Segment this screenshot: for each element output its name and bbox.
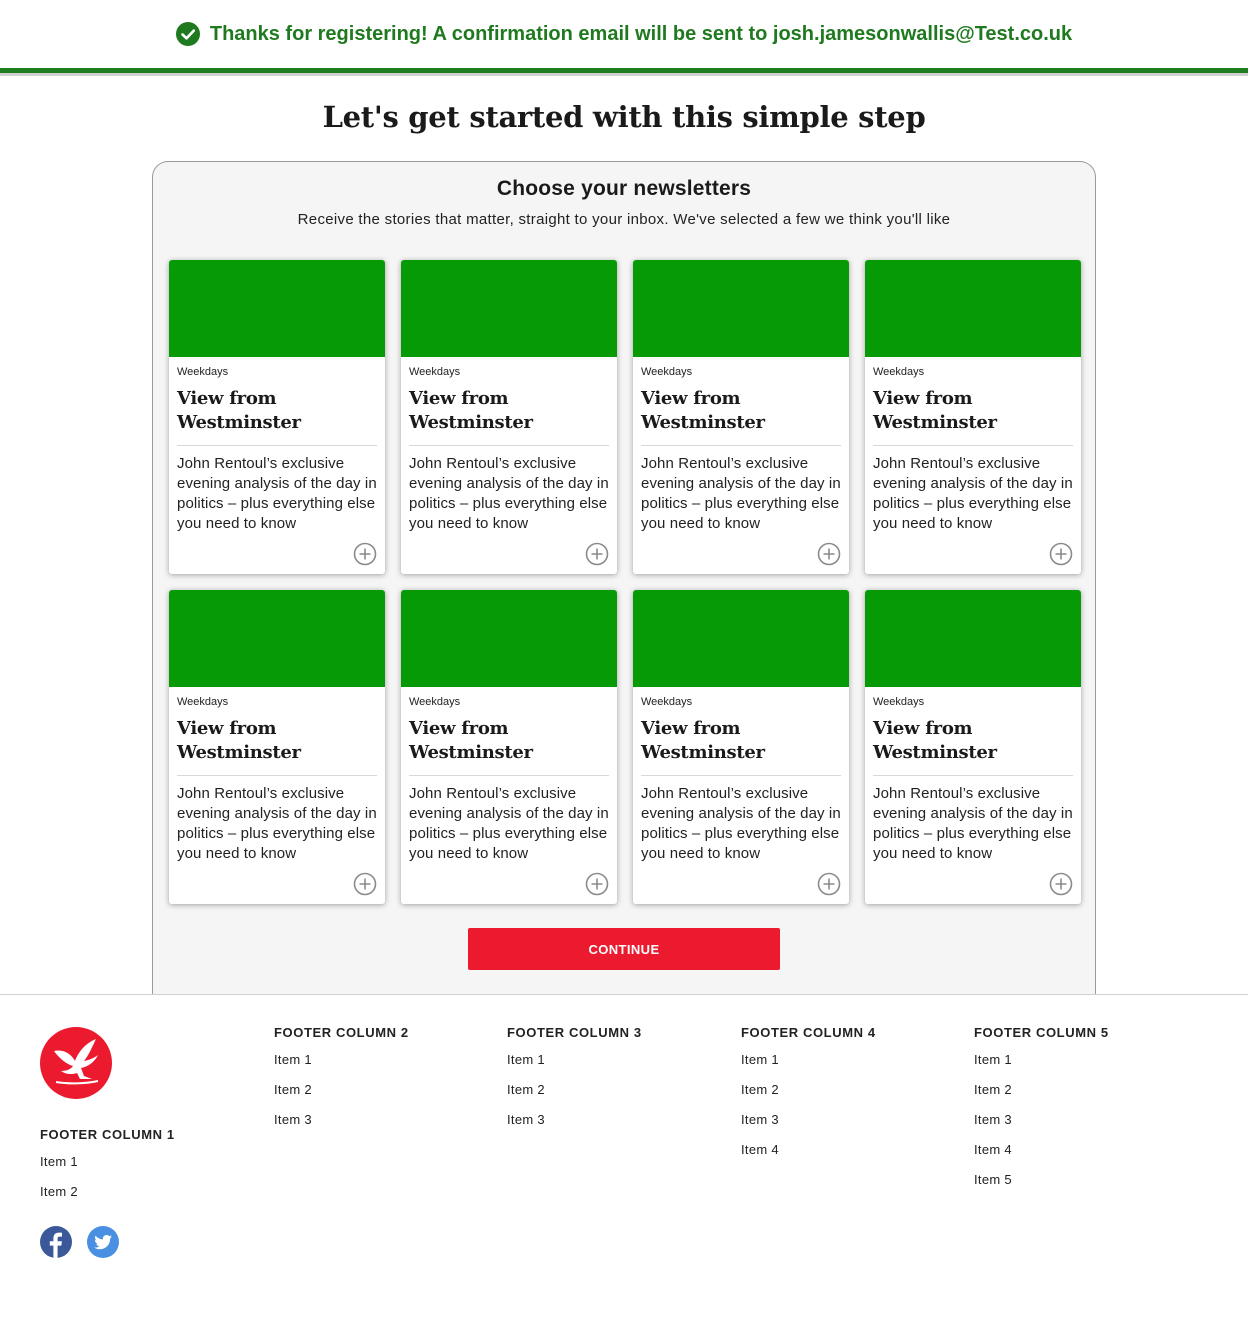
footer-link[interactable]: Item 2	[40, 1184, 175, 1214]
banner-divider	[0, 68, 1248, 76]
newsletter-title: View from Westminster	[177, 387, 377, 446]
footer-link[interactable]: Item 2	[741, 1082, 876, 1112]
newsletter-frequency: Weekdays	[409, 366, 461, 378]
newsletter-description: John Rentoul’s exclusive evening analysi…	[177, 785, 377, 862]
newsletter-heading: Choose your newsletters	[496, 177, 752, 200]
footer-column-heading: FOOTER COLUMN 3	[507, 1025, 642, 1040]
footer-column-1: FOOTER COLUMN 1 Item 1 Item 2	[40, 1127, 175, 1214]
newsletter-image	[401, 260, 617, 357]
newsletter-frequency: Weekdays	[177, 696, 229, 708]
newsletter-image	[865, 260, 1081, 357]
newsletter-title: View from Westminster	[641, 717, 841, 776]
add-newsletter-icon[interactable]	[1049, 872, 1073, 896]
add-newsletter-icon[interactable]	[585, 872, 609, 896]
newsletter-description: John Rentoul’s exclusive evening analysi…	[641, 455, 841, 532]
newsletter-subtitle: Receive the stories that matter, straigh…	[297, 211, 951, 228]
newsletter-description: John Rentoul’s exclusive evening analysi…	[873, 455, 1073, 532]
newsletter-image	[169, 590, 385, 687]
add-newsletter-icon[interactable]	[817, 872, 841, 896]
newsletter-image	[633, 260, 849, 357]
newsletter-card[interactable]: Weekdays View from Westminster John Rent…	[401, 260, 617, 574]
add-newsletter-icon[interactable]	[353, 542, 377, 566]
footer-column-heading: FOOTER COLUMN 1	[40, 1127, 175, 1142]
newsletter-title: View from Westminster	[873, 717, 1073, 776]
footer-link[interactable]: Item 3	[741, 1112, 876, 1142]
footer-column-5: FOOTER COLUMN 5 Item 1 Item 2 Item 3 Ite…	[974, 1025, 1109, 1202]
footer-link[interactable]: Item 3	[974, 1112, 1109, 1142]
newsletter-title: View from Westminster	[409, 717, 609, 776]
add-newsletter-icon[interactable]	[585, 542, 609, 566]
footer-link[interactable]: Item 2	[274, 1082, 409, 1112]
footer-column-3: FOOTER COLUMN 3 Item 1 Item 2 Item 3	[507, 1025, 642, 1142]
confirmation-banner: Thanks for registering! A confirmation e…	[0, 0, 1248, 68]
footer: FOOTER COLUMN 1 Item 1 Item 2 FOOTER COL…	[0, 994, 1248, 1325]
footer-link[interactable]: Item 2	[507, 1082, 642, 1112]
footer-link[interactable]: Item 1	[741, 1052, 876, 1082]
footer-link[interactable]: Item 5	[974, 1172, 1109, 1202]
newsletter-image	[865, 590, 1081, 687]
add-newsletter-icon[interactable]	[817, 542, 841, 566]
newsletter-card[interactable]: Weekdays View from Westminster John Rent…	[169, 590, 385, 904]
newsletter-description: John Rentoul’s exclusive evening analysi…	[409, 455, 609, 532]
footer-column-2: FOOTER COLUMN 2 Item 1 Item 2 Item 3	[274, 1025, 409, 1142]
newsletter-image	[401, 590, 617, 687]
newsletter-card[interactable]: Weekdays View from Westminster John Rent…	[633, 590, 849, 904]
newsletter-frequency: Weekdays	[409, 696, 461, 708]
eagle-logo-icon[interactable]	[40, 1027, 112, 1099]
newsletter-frequency: Weekdays	[177, 366, 229, 378]
footer-column-heading: FOOTER COLUMN 4	[741, 1025, 876, 1040]
footer-link[interactable]: Item 1	[274, 1052, 409, 1082]
add-newsletter-icon[interactable]	[1049, 542, 1073, 566]
footer-link[interactable]: Item 1	[974, 1052, 1109, 1082]
footer-column-heading: FOOTER COLUMN 5	[974, 1025, 1109, 1040]
footer-link[interactable]: Item 3	[274, 1112, 409, 1142]
newsletter-image	[169, 260, 385, 357]
footer-link[interactable]: Item 1	[40, 1154, 175, 1184]
newsletter-title: View from Westminster	[409, 387, 609, 446]
footer-link[interactable]: Item 1	[507, 1052, 642, 1082]
continue-button[interactable]: CONTINUE	[468, 928, 780, 970]
footer-link[interactable]: Item 4	[741, 1142, 876, 1172]
social-links	[40, 1226, 119, 1258]
newsletter-panel: Choose your newsletters Receive the stor…	[152, 161, 1096, 995]
newsletter-description: John Rentoul’s exclusive evening analysi…	[177, 455, 377, 532]
newsletter-description: John Rentoul’s exclusive evening analysi…	[409, 785, 609, 862]
footer-column-4: FOOTER COLUMN 4 Item 1 Item 2 Item 3 Ite…	[741, 1025, 876, 1172]
newsletter-title: View from Westminster	[873, 387, 1073, 446]
footer-link[interactable]: Item 3	[507, 1112, 642, 1142]
newsletter-card[interactable]: Weekdays View from Westminster John Rent…	[401, 590, 617, 904]
twitter-icon[interactable]	[87, 1226, 119, 1258]
newsletter-description: John Rentoul’s exclusive evening analysi…	[641, 785, 841, 862]
newsletter-title: View from Westminster	[177, 717, 377, 776]
newsletter-card[interactable]: Weekdays View from Westminster John Rent…	[169, 260, 385, 574]
page-title: Let's get started with this simple step	[322, 100, 926, 134]
newsletter-description: John Rentoul’s exclusive evening analysi…	[873, 785, 1073, 862]
newsletter-frequency: Weekdays	[641, 366, 693, 378]
newsletter-grid: Weekdays View from Westminster John Rent…	[169, 260, 1081, 904]
newsletter-image	[633, 590, 849, 687]
newsletter-frequency: Weekdays	[873, 366, 925, 378]
add-newsletter-icon[interactable]	[353, 872, 377, 896]
confirmation-message: Thanks for registering! A confirmation e…	[209, 22, 1073, 45]
footer-link[interactable]: Item 4	[974, 1142, 1109, 1172]
newsletter-card[interactable]: Weekdays View from Westminster John Rent…	[865, 590, 1081, 904]
newsletter-frequency: Weekdays	[641, 696, 693, 708]
footer-link[interactable]: Item 2	[974, 1082, 1109, 1112]
footer-column-heading: FOOTER COLUMN 2	[274, 1025, 409, 1040]
newsletter-title: View from Westminster	[641, 387, 841, 446]
facebook-icon[interactable]	[40, 1226, 72, 1258]
check-circle-icon	[175, 22, 200, 46]
newsletter-frequency: Weekdays	[873, 696, 925, 708]
newsletter-card[interactable]: Weekdays View from Westminster John Rent…	[865, 260, 1081, 574]
newsletter-card[interactable]: Weekdays View from Westminster John Rent…	[633, 260, 849, 574]
